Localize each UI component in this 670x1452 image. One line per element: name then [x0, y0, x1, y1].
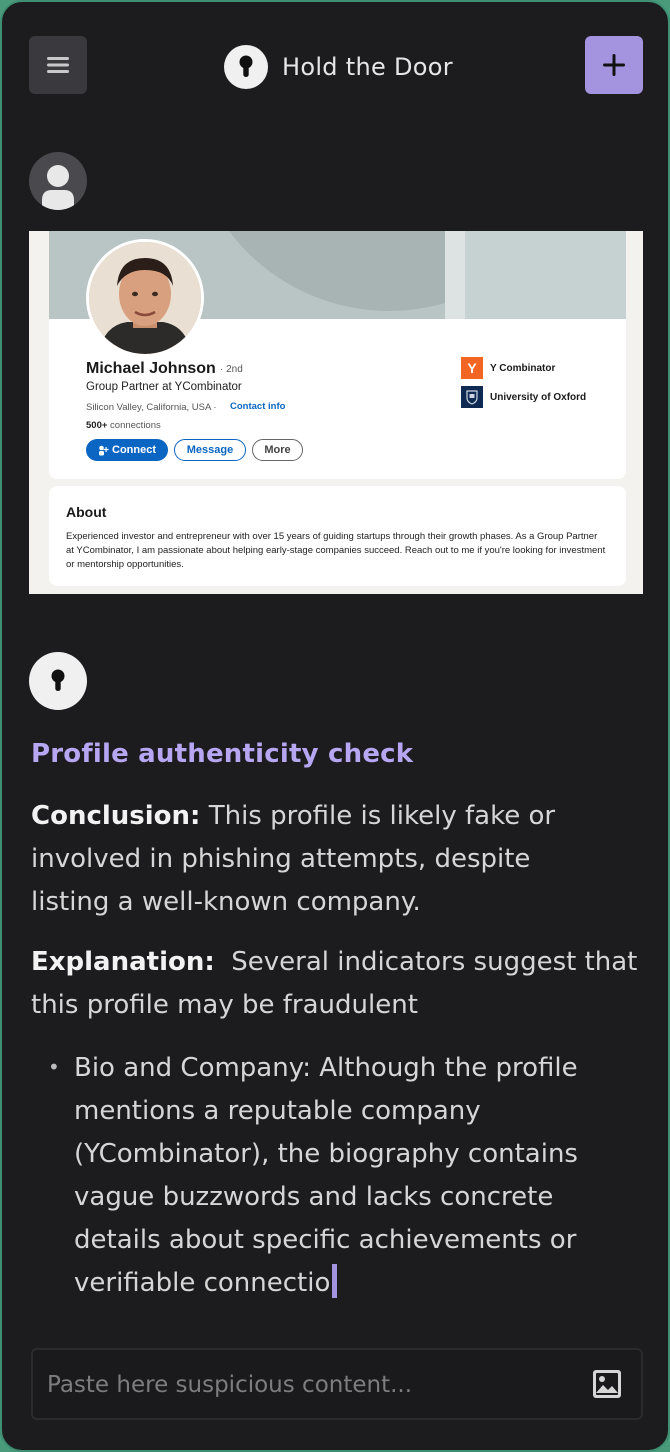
about-title: About — [66, 504, 107, 520]
message-button[interactable]: Message — [174, 439, 246, 461]
add-person-icon — [99, 445, 109, 455]
plus-icon — [603, 54, 625, 76]
about-text: Experienced investor and entrepreneur wi… — [66, 531, 606, 570]
connect-button[interactable]: Connect — [86, 439, 168, 461]
more-label: More — [264, 444, 291, 456]
bullet-marker: • — [48, 1055, 60, 1079]
education-name: Y Combinator — [490, 362, 556, 374]
connect-label: Connect — [112, 444, 156, 456]
user-avatar — [29, 152, 87, 210]
app-frame: Hold the Door Michael Johnson · 2nd Grou… — [0, 0, 670, 1452]
explanation-label: Explanation: — [31, 947, 215, 977]
assistant-avatar — [29, 652, 87, 710]
app-brand: Hold the Door — [224, 45, 453, 89]
connections-count: 500+ connections — [86, 420, 161, 431]
connections-label: connections — [110, 420, 161, 431]
pasted-profile-screenshot: Michael Johnson · 2nd Group Partner at Y… — [29, 231, 643, 594]
profile-name: Michael Johnson — [86, 360, 216, 377]
profile-headline: Group Partner at YCombinator — [86, 381, 242, 393]
education-item: University of Oxford — [461, 386, 586, 408]
conclusion-label: Conclusion: — [31, 801, 201, 831]
profile-header-card: Michael Johnson · 2nd Group Partner at Y… — [49, 239, 626, 479]
education-name: University of Oxford — [490, 391, 587, 403]
conclusion-paragraph: Conclusion: This profile is likely fake … — [31, 795, 591, 924]
suspicious-content-input[interactable] — [45, 1362, 569, 1408]
menu-button[interactable] — [29, 36, 87, 94]
explanation-paragraph: Explanation: Several indicators suggest … — [31, 941, 646, 1027]
connection-degree: · 2nd — [220, 364, 243, 375]
message-composer — [31, 1348, 643, 1420]
message-label: Message — [186, 444, 234, 456]
typing-cursor — [332, 1264, 338, 1298]
profile-photo — [86, 239, 204, 357]
response-heading: Profile authenticity check — [31, 739, 414, 769]
hamburger-icon — [47, 57, 69, 73]
user-icon — [42, 165, 74, 210]
list-item: Bio and Company: Although the profile me… — [74, 1047, 634, 1305]
attach-image-button[interactable] — [589, 1366, 625, 1402]
contact-info-link[interactable]: Contact info — [230, 401, 285, 412]
profile-location: Silicon Valley, California, USA · — [86, 402, 217, 413]
ycombinator-logo: Y — [461, 357, 483, 379]
keyhole-icon — [51, 669, 65, 691]
image-icon — [593, 1370, 621, 1398]
more-button[interactable]: More — [252, 439, 303, 461]
app-title: Hold the Door — [282, 53, 453, 81]
keyhole-icon — [224, 45, 268, 89]
new-chat-button[interactable] — [585, 36, 643, 94]
education-item: Y Y Combinator — [461, 357, 555, 379]
bullet-text: Bio and Company: Although the profile me… — [74, 1053, 578, 1298]
about-section: About Experienced investor and entrepren… — [49, 486, 626, 586]
connections-number: 500+ — [86, 420, 108, 431]
oxford-crest-icon — [461, 386, 483, 408]
